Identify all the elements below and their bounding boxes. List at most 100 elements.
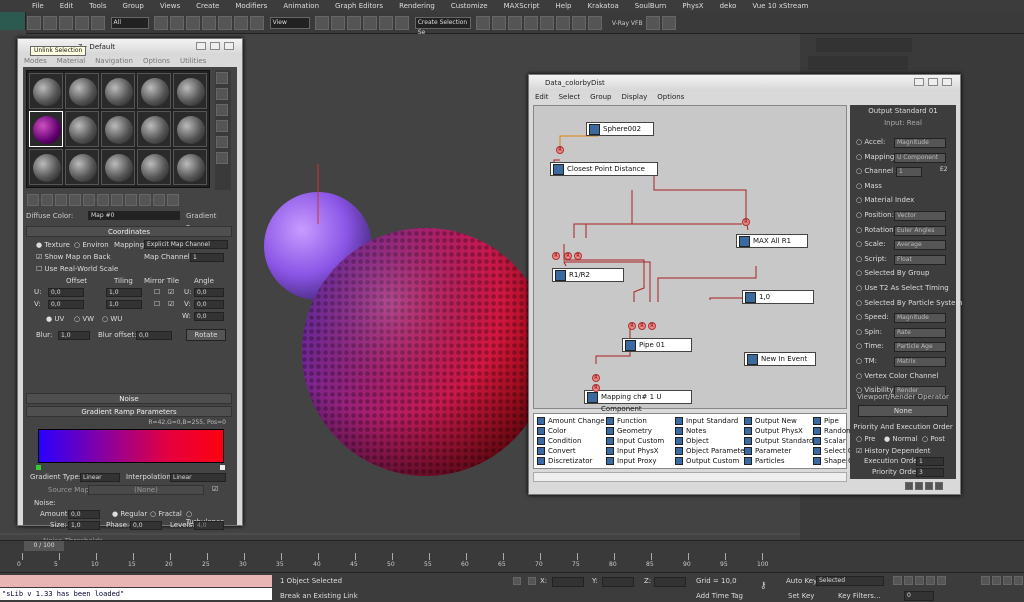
input-pin[interactable]: R [742, 218, 750, 226]
menu-customize[interactable]: Customize [451, 2, 488, 10]
menu-krakatoa[interactable]: Krakatoa [587, 2, 618, 10]
video-check-icon[interactable] [216, 136, 228, 148]
map-channel-field[interactable]: 1 [190, 253, 224, 262]
menu-utilities[interactable]: Utilities [180, 57, 206, 65]
help-icon[interactable] [662, 16, 677, 30]
background-icon[interactable] [216, 104, 228, 116]
show-end-result-icon[interactable] [153, 194, 165, 206]
mapping-dropdown[interactable]: Explicit Map Channel [144, 240, 228, 249]
close-button[interactable] [224, 42, 234, 50]
material-sample-slot[interactable] [29, 149, 63, 185]
menu-modifiers[interactable]: Modifiers [235, 2, 267, 10]
normal-radio[interactable]: ● Normal [884, 435, 918, 443]
u-tile-checkbox[interactable]: ☑ [168, 288, 174, 296]
parameter-row[interactable]: ○ Material Index [856, 195, 954, 206]
put-to-library-icon[interactable] [111, 194, 123, 206]
menu-graph-editors[interactable]: Graph Editors [335, 2, 383, 10]
snap-icon[interactable] [331, 16, 346, 30]
material-editor-icon[interactable] [556, 16, 571, 30]
teapot-render-icon[interactable] [646, 16, 661, 30]
close-button[interactable] [942, 78, 952, 86]
source-map-checkbox[interactable]: ☑ [212, 485, 218, 493]
palette-item[interactable]: Output Standard [744, 436, 813, 446]
v-tile-checkbox[interactable]: ☑ [168, 300, 174, 308]
palette-item[interactable]: Output New [744, 416, 797, 426]
palette-item[interactable]: Scalar [813, 436, 846, 446]
menu-deko[interactable]: deko [720, 2, 737, 10]
lock-selection-icon[interactable] [513, 577, 521, 585]
edit-named-sets-icon[interactable] [395, 16, 410, 30]
time-slider[interactable]: 0 / 100 [24, 541, 64, 551]
palette-item[interactable]: Amount Change [537, 416, 605, 426]
node-max-all-r1[interactable]: MAX All R1 [736, 234, 808, 248]
phase-field[interactable]: 0,0 [130, 521, 162, 530]
environ-radio[interactable]: ○ Environ [74, 241, 109, 249]
node-sphere002[interactable]: Sphere002 [586, 122, 654, 136]
node-graph-canvas[interactable]: Sphere002 Closest Point Distance MAX All… [533, 105, 847, 413]
noise-rollout[interactable]: Noise [26, 393, 232, 404]
parameter-dropdown[interactable]: Vector [894, 211, 946, 221]
key-icon[interactable]: ⚷ [760, 581, 776, 591]
gradient-flag-end[interactable] [220, 465, 225, 470]
menu-options[interactable]: Options [143, 57, 170, 65]
node-new-in-event[interactable]: New In Event [744, 352, 816, 366]
pivot-icon[interactable] [315, 16, 330, 30]
v-tiling-field[interactable]: 1,0 [106, 300, 142, 309]
menu-group[interactable]: Group [123, 2, 144, 10]
vw-radio[interactable]: ○ VW [74, 315, 94, 323]
show-map-icon[interactable] [139, 194, 151, 206]
maximize-button[interactable] [210, 42, 220, 50]
palette-item[interactable]: Output PhysX [744, 426, 803, 436]
material-sample-slot[interactable] [137, 149, 171, 185]
material-sample-slot[interactable] [101, 111, 135, 147]
next-frame-icon[interactable] [926, 576, 935, 585]
regular-radio[interactable]: ● Regular [112, 510, 147, 518]
set-key-button[interactable]: Set Key [788, 592, 814, 600]
material-sample-slot[interactable] [137, 73, 171, 109]
menu-navigation[interactable]: Navigation [95, 57, 133, 65]
menu-tools[interactable]: Tools [89, 2, 106, 10]
align-icon[interactable] [492, 16, 507, 30]
mirror-icon[interactable] [476, 16, 491, 30]
minimize-button[interactable] [196, 42, 206, 50]
link-icon[interactable] [59, 16, 73, 30]
play-icon[interactable] [915, 576, 924, 585]
angle-snap-icon[interactable] [347, 16, 362, 30]
history-dependent-checkbox[interactable]: ☑ History Dependent [856, 447, 930, 455]
select-by-name-icon[interactable] [170, 16, 185, 30]
palette-item[interactable]: Input Custom [606, 436, 664, 446]
fractal-radio[interactable]: ○ Fractal [150, 510, 182, 518]
palette-item[interactable]: Object Parameter [675, 446, 747, 456]
timeline-ruler[interactable]: 0 5 10 15 20 25 30 35 40 45 50 55 60 65 70 75 80 85 90 95 10… [17, 553, 774, 571]
source-map-button[interactable]: (None) [88, 485, 204, 495]
parameter-row[interactable]: ○ Vertex Color Channel [856, 371, 954, 382]
parameter-row[interactable]: ○ TM: Matrix [856, 356, 954, 367]
command-panel-subtabs[interactable] [808, 56, 908, 70]
preview-icon[interactable] [216, 152, 228, 164]
material-sample-slot[interactable] [173, 149, 207, 185]
y-coordinate-field[interactable] [602, 577, 634, 587]
node-pipe-01[interactable]: Pipe 01 [622, 338, 692, 352]
menu-material[interactable]: Material [57, 57, 85, 65]
pan-icon[interactable] [1003, 576, 1012, 585]
material-id-icon[interactable] [125, 194, 137, 206]
menu-animation[interactable]: Animation [283, 2, 319, 10]
zoom-extents-icon[interactable] [935, 482, 943, 490]
palette-item[interactable]: Random [813, 426, 853, 436]
post-radio[interactable]: ○ Post [922, 435, 945, 443]
material-sample-slot[interactable] [29, 73, 63, 109]
parameter-row[interactable]: ○ Position: Vector [856, 210, 954, 221]
palette-item[interactable]: Convert [537, 446, 576, 456]
undo-icon[interactable] [27, 16, 41, 30]
blur-offset-field[interactable]: 0,0 [136, 331, 172, 340]
menu-group[interactable]: Group [590, 93, 611, 101]
priority-order-field[interactable]: 3 [916, 468, 944, 477]
input-pin[interactable]: R [552, 252, 560, 260]
parameter-row[interactable]: ○ Mapping: U Component [856, 152, 954, 163]
gradient-flag-start[interactable] [36, 465, 41, 470]
spinner-snap-icon[interactable] [379, 16, 394, 30]
named-selection-dropdown[interactable]: Create Selection Se [414, 17, 471, 36]
get-material-icon[interactable] [27, 194, 39, 206]
input-pin[interactable]: R [638, 322, 646, 330]
copy-material-icon[interactable] [83, 194, 95, 206]
